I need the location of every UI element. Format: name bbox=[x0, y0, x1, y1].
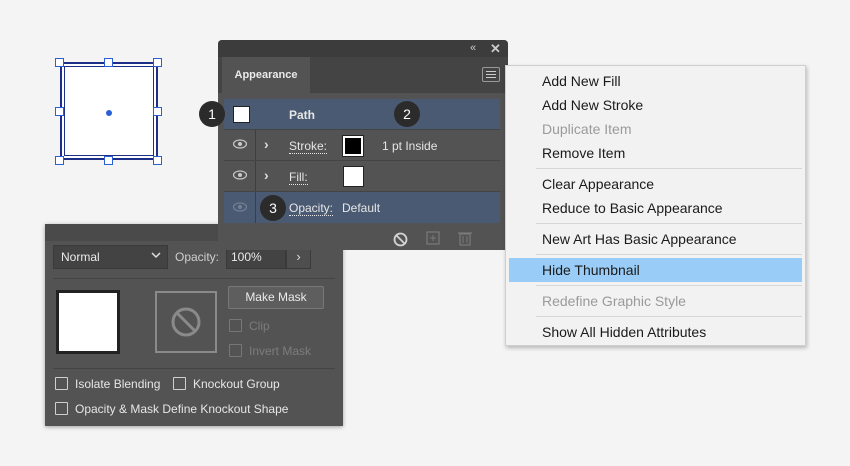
menu-item-label: New Art Has Basic Appearance bbox=[542, 231, 737, 247]
isolate-blending-label: Isolate Blending bbox=[75, 377, 161, 391]
callout-badge-3: 3 bbox=[260, 195, 286, 221]
transparency-panel: Normal Opacity: 100% › Make Mask Clip In… bbox=[45, 224, 343, 426]
menu-item-reduce-to-basic-appearance[interactable]: Reduce to Basic Appearance bbox=[506, 196, 805, 220]
callout-badge-2: 2 bbox=[394, 101, 420, 127]
center-point bbox=[106, 110, 112, 116]
divider bbox=[53, 278, 335, 279]
knockout-group-label: Knockout Group bbox=[193, 377, 280, 391]
appearance-panel-menu: Add New Fill Add New Stroke Duplicate It… bbox=[505, 65, 806, 346]
stroke-label[interactable]: Stroke: bbox=[289, 139, 328, 154]
menu-item-label: Clear Appearance bbox=[542, 176, 655, 192]
resize-handle-middle-right[interactable] bbox=[153, 107, 162, 116]
stroke-row[interactable]: › Stroke: 1 pt Inside bbox=[224, 130, 500, 161]
duplicate-icon[interactable] bbox=[426, 231, 441, 251]
menu-item-add-new-stroke[interactable]: Add New Stroke bbox=[506, 93, 805, 117]
menu-item-show-all-hidden-attributes[interactable]: Show All Hidden Attributes bbox=[506, 320, 805, 344]
hamburger-menu-icon[interactable] bbox=[482, 67, 500, 82]
opacity-mask-knockout-label: Opacity & Mask Define Knockout Shape bbox=[75, 402, 289, 416]
menu-item-new-art-has-basic-appearance[interactable]: New Art Has Basic Appearance bbox=[506, 227, 805, 251]
menu-item-label: Add New Fill bbox=[542, 73, 621, 89]
menu-item-label: Reduce to Basic Appearance bbox=[542, 200, 723, 216]
fill-color-swatch[interactable] bbox=[343, 166, 364, 187]
chevron-right-icon[interactable]: › bbox=[264, 136, 269, 152]
eye-icon[interactable] bbox=[232, 137, 248, 152]
fill-label[interactable]: Fill: bbox=[289, 170, 308, 185]
eye-icon[interactable] bbox=[232, 200, 248, 215]
callout-badge-1: 1 bbox=[199, 101, 225, 127]
eye-icon[interactable] bbox=[232, 168, 248, 183]
path-thumbnail bbox=[233, 106, 250, 123]
panel-title-bar bbox=[218, 40, 508, 57]
no-entry-icon[interactable] bbox=[393, 232, 408, 252]
mask-thumbnail[interactable] bbox=[155, 291, 217, 353]
close-icon[interactable]: ✕ bbox=[490, 41, 501, 57]
opacity-label: Opacity: bbox=[175, 250, 220, 264]
thumbnail-preview bbox=[59, 293, 117, 351]
menu-item-redefine-graphic-style: Redefine Graphic Style bbox=[506, 289, 805, 313]
isolate-blending-checkbox[interactable] bbox=[55, 377, 68, 390]
opacity-mask-knockout-checkbox[interactable] bbox=[55, 402, 68, 415]
menu-item-clear-appearance[interactable]: Clear Appearance bbox=[506, 172, 805, 196]
tab-appearance[interactable]: Appearance bbox=[222, 57, 310, 93]
resize-handle-top-left[interactable] bbox=[55, 58, 64, 67]
no-entry-icon bbox=[171, 307, 201, 337]
menu-item-label: Show All Hidden Attributes bbox=[542, 324, 707, 340]
clip-label: Clip bbox=[249, 319, 270, 333]
object-thumbnail[interactable] bbox=[56, 290, 120, 354]
make-mask-button[interactable]: Make Mask bbox=[228, 286, 324, 309]
menu-separator bbox=[536, 254, 802, 255]
divider bbox=[53, 368, 335, 369]
stroke-color-swatch[interactable] bbox=[342, 135, 364, 157]
menu-item-add-new-fill[interactable]: Add New Fill bbox=[506, 69, 805, 93]
divider bbox=[255, 161, 256, 192]
menu-item-label: Add New Stroke bbox=[542, 97, 644, 113]
knockout-group-checkbox[interactable] bbox=[173, 377, 186, 390]
chevron-down-icon bbox=[151, 249, 161, 264]
menu-separator bbox=[536, 285, 802, 286]
blend-mode-dropdown[interactable]: Normal bbox=[53, 245, 168, 269]
resize-handle-top-middle[interactable] bbox=[104, 58, 113, 67]
menu-separator bbox=[536, 168, 802, 169]
opacity-input-value: 100% bbox=[231, 250, 262, 264]
path-row[interactable]: Path bbox=[224, 99, 500, 130]
opacity-row-value: Default bbox=[342, 201, 381, 215]
path-label: Path bbox=[289, 108, 316, 122]
menu-item-duplicate-item: Duplicate Item bbox=[506, 117, 805, 141]
resize-handle-bottom-middle[interactable] bbox=[104, 156, 113, 165]
opacity-row-label[interactable]: Opacity: bbox=[289, 201, 334, 216]
double-chevron-left-icon[interactable]: « bbox=[470, 42, 476, 54]
menu-separator bbox=[536, 223, 802, 224]
stroke-value: 1 pt Inside bbox=[382, 139, 438, 153]
menu-item-label: Hide Thumbnail bbox=[542, 262, 640, 278]
clip-checkbox[interactable] bbox=[229, 319, 242, 332]
menu-item-hide-thumbnail[interactable]: Hide Thumbnail bbox=[509, 258, 802, 282]
divider bbox=[255, 192, 256, 223]
invert-mask-checkbox[interactable] bbox=[229, 344, 242, 357]
resize-handle-top-right[interactable] bbox=[153, 58, 162, 67]
divider bbox=[255, 130, 256, 161]
trash-icon[interactable] bbox=[458, 231, 472, 251]
menu-item-label: Redefine Graphic Style bbox=[542, 293, 686, 309]
menu-separator bbox=[536, 316, 802, 317]
invert-mask-label: Invert Mask bbox=[249, 344, 312, 358]
resize-handle-bottom-right[interactable] bbox=[153, 156, 162, 165]
chevron-right-icon: › bbox=[296, 249, 301, 264]
chevron-right-icon[interactable]: › bbox=[264, 167, 269, 183]
appearance-panel: « ✕ Appearance Path › Stroke: 1 pt Insid… bbox=[218, 40, 508, 250]
menu-item-remove-item[interactable]: Remove Item bbox=[506, 141, 805, 165]
resize-handle-middle-left[interactable] bbox=[55, 107, 64, 116]
blend-mode-value: Normal bbox=[61, 250, 100, 264]
menu-item-label: Duplicate Item bbox=[542, 121, 632, 137]
menu-item-label: Remove Item bbox=[542, 145, 626, 161]
resize-handle-bottom-left[interactable] bbox=[55, 156, 64, 165]
fill-row[interactable]: › Fill: bbox=[224, 161, 500, 192]
